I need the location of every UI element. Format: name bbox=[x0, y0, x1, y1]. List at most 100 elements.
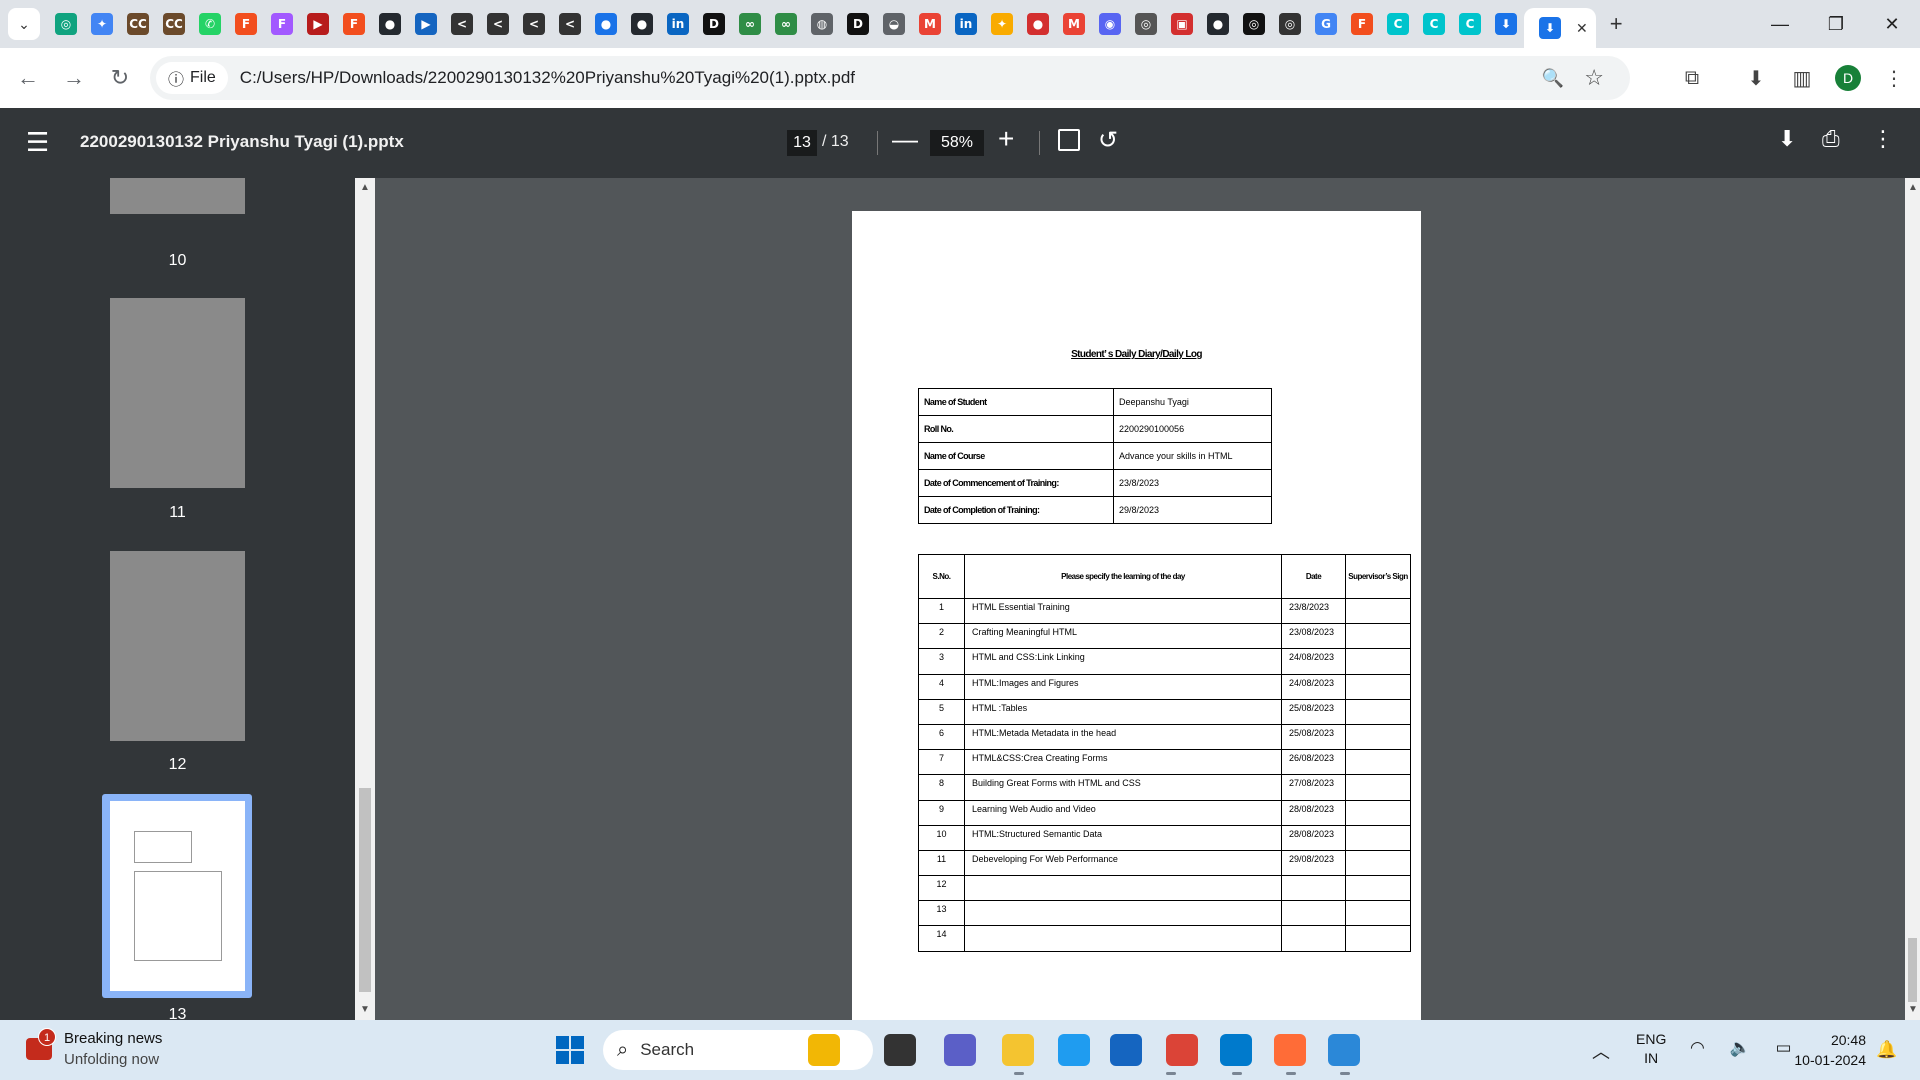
side-panel-icon[interactable]: ▥ bbox=[1782, 58, 1822, 98]
chrome-icon[interactable] bbox=[1166, 1034, 1198, 1066]
viewer-scrollbar[interactable]: ▲ ▼ bbox=[1905, 178, 1920, 1020]
sidebar-scroll-thumb[interactable] bbox=[359, 788, 371, 992]
zoom-in-button[interactable]: + bbox=[998, 123, 1014, 155]
globe-icon[interactable]: ◍ bbox=[811, 13, 833, 35]
page-number-input[interactable]: 13 bbox=[787, 130, 817, 156]
zoom-out-button[interactable]: — bbox=[892, 124, 918, 155]
github-icon[interactable]: ● bbox=[379, 13, 401, 35]
page-thumbnail-11[interactable] bbox=[110, 298, 245, 488]
system-tray-icons[interactable]: ◠ 🔈 ▭ bbox=[1690, 1038, 1802, 1058]
forward-button[interactable]: → bbox=[54, 58, 94, 98]
fit-to-page-icon[interactable] bbox=[1058, 129, 1080, 151]
chromium-icon[interactable]: ◎ bbox=[1135, 13, 1157, 35]
code-icon[interactable]: < bbox=[487, 13, 509, 35]
site-info-chip[interactable]: ⓘ File bbox=[156, 62, 228, 94]
rotate-icon[interactable]: ↺ bbox=[1098, 126, 1118, 155]
whatsapp-icon[interactable]: ✆ bbox=[199, 13, 221, 35]
code-icon[interactable]: < bbox=[559, 13, 581, 35]
figma-icon[interactable]: F bbox=[343, 13, 365, 35]
print-icon[interactable]: ⎙ bbox=[1822, 126, 1840, 152]
dev-icon[interactable]: D bbox=[703, 13, 725, 35]
geeks-icon[interactable]: ∞ bbox=[775, 13, 797, 35]
close-tab-icon[interactable]: ✕ bbox=[1576, 20, 1588, 37]
language-indicator[interactable]: ENG IN bbox=[1636, 1030, 1666, 1068]
file-explorer-icon[interactable] bbox=[1002, 1034, 1034, 1066]
cc-icon[interactable]: CC bbox=[163, 13, 185, 35]
cc-icon[interactable]: CC bbox=[127, 13, 149, 35]
record-icon[interactable]: ● bbox=[595, 13, 617, 35]
profile-button[interactable]: D bbox=[1828, 58, 1868, 98]
vscode-icon[interactable] bbox=[1220, 1034, 1252, 1066]
figma-icon[interactable]: F bbox=[271, 13, 293, 35]
close-window-button[interactable]: ✕ bbox=[1864, 0, 1920, 48]
notification-bell-icon[interactable]: 🔔 bbox=[1876, 1040, 1897, 1060]
tab-search-button[interactable]: ⌄ bbox=[8, 8, 40, 40]
canva-icon[interactable]: C bbox=[1423, 13, 1445, 35]
zoom-input[interactable]: 58% bbox=[930, 130, 984, 156]
new-tab-button[interactable]: + bbox=[1610, 11, 1623, 37]
browser-menu-icon[interactable]: ⋮ bbox=[1874, 58, 1914, 98]
vscode-insiders-icon[interactable] bbox=[1058, 1034, 1090, 1066]
maximize-button[interactable]: ❐ bbox=[1808, 0, 1864, 48]
scroll-up-icon[interactable]: ▲ bbox=[1908, 182, 1918, 193]
gemini-icon[interactable]: ✦ bbox=[91, 13, 113, 35]
code-icon[interactable]: < bbox=[523, 13, 545, 35]
page-thumbnail-12[interactable] bbox=[110, 551, 245, 741]
pdf-download-icon[interactable]: ⬇ bbox=[1778, 126, 1796, 152]
teams-icon[interactable] bbox=[944, 1034, 976, 1066]
postman-icon[interactable] bbox=[1274, 1034, 1306, 1066]
geeks-icon[interactable]: ∞ bbox=[739, 13, 761, 35]
bookmark-icon[interactable]: ▶ bbox=[307, 13, 329, 35]
page-thumbnail-13[interactable] bbox=[110, 801, 245, 991]
active-tab[interactable]: ⬇ ✕ bbox=[1524, 8, 1596, 48]
clock[interactable]: 20:48 10-01-2024 bbox=[1786, 1030, 1866, 1070]
dev-icon[interactable]: D bbox=[847, 13, 869, 35]
address-bar[interactable]: ⓘ File C:/Users/HP/Downloads/22002901301… bbox=[150, 56, 1630, 100]
figma-icon[interactable]: F bbox=[235, 13, 257, 35]
reload-button[interactable]: ↻ bbox=[100, 58, 140, 98]
page-thumbnail-10[interactable] bbox=[110, 178, 245, 214]
linkedin-icon[interactable]: in bbox=[955, 13, 977, 35]
scroll-up-icon[interactable]: ▲ bbox=[360, 182, 370, 193]
incognito-icon[interactable]: ◒ bbox=[883, 13, 905, 35]
viewer-scroll-thumb[interactable] bbox=[1908, 938, 1917, 1002]
chatgpt-icon[interactable]: ◎ bbox=[1243, 13, 1265, 35]
tray-overflow-icon[interactable]: ︿ bbox=[1592, 1038, 1610, 1064]
code-icon[interactable]: < bbox=[451, 13, 473, 35]
google-icon[interactable]: G bbox=[1315, 13, 1337, 35]
canva-icon[interactable]: C bbox=[1459, 13, 1481, 35]
download-icon[interactable]: ⬇ bbox=[1495, 13, 1517, 35]
bookmark-star-icon[interactable]: ☆ bbox=[1584, 65, 1604, 91]
hamburger-menu-icon[interactable]: ☰ bbox=[26, 129, 49, 155]
downloads-icon[interactable]: ⬇ bbox=[1736, 58, 1776, 98]
chatgpt-icon[interactable]: ◎ bbox=[55, 13, 77, 35]
microsoft-store-icon[interactable] bbox=[1110, 1034, 1142, 1066]
minimize-button[interactable]: — bbox=[1752, 0, 1808, 48]
extensions-icon[interactable]: ⧉ bbox=[1672, 58, 1712, 98]
gmail-icon[interactable]: M bbox=[1063, 13, 1085, 35]
start-button[interactable] bbox=[556, 1036, 584, 1064]
url-text[interactable]: C:/Users/HP/Downloads/2200290130132%20Pr… bbox=[240, 68, 855, 88]
app-icon[interactable]: ▣ bbox=[1171, 13, 1193, 35]
video-icon[interactable]: ▶ bbox=[415, 13, 437, 35]
linkedin-icon[interactable]: in bbox=[667, 13, 689, 35]
pdf-viewer[interactable]: Student’ s Daily Diary/Daily Log Name of… bbox=[375, 178, 1920, 1020]
idea-icon[interactable]: ✦ bbox=[991, 13, 1013, 35]
canva-icon[interactable]: C bbox=[1387, 13, 1409, 35]
github-icon[interactable]: ● bbox=[1207, 13, 1229, 35]
scroll-down-icon[interactable]: ▼ bbox=[360, 1004, 370, 1015]
back-button[interactable]: ← bbox=[8, 58, 48, 98]
sidebar-scrollbar[interactable]: ▲ ▼ bbox=[355, 178, 375, 1020]
more-actions-icon[interactable]: ⋮ bbox=[1872, 126, 1894, 152]
figma-icon[interactable]: F bbox=[1351, 13, 1373, 35]
discord-icon[interactable]: ◉ bbox=[1099, 13, 1121, 35]
chatgpt-icon[interactable]: ◎ bbox=[1279, 13, 1301, 35]
gmail-icon[interactable]: M bbox=[919, 13, 941, 35]
zoom-icon[interactable]: 🔍 bbox=[1542, 68, 1564, 89]
scroll-down-icon[interactable]: ▼ bbox=[1908, 1004, 1918, 1015]
paint-app-icon[interactable] bbox=[1328, 1034, 1360, 1066]
task-view-icon[interactable] bbox=[884, 1034, 916, 1066]
widget-app-icon[interactable] bbox=[808, 1034, 840, 1066]
github-icon[interactable]: ● bbox=[631, 13, 653, 35]
pdf-icon[interactable]: ● bbox=[1027, 13, 1049, 35]
